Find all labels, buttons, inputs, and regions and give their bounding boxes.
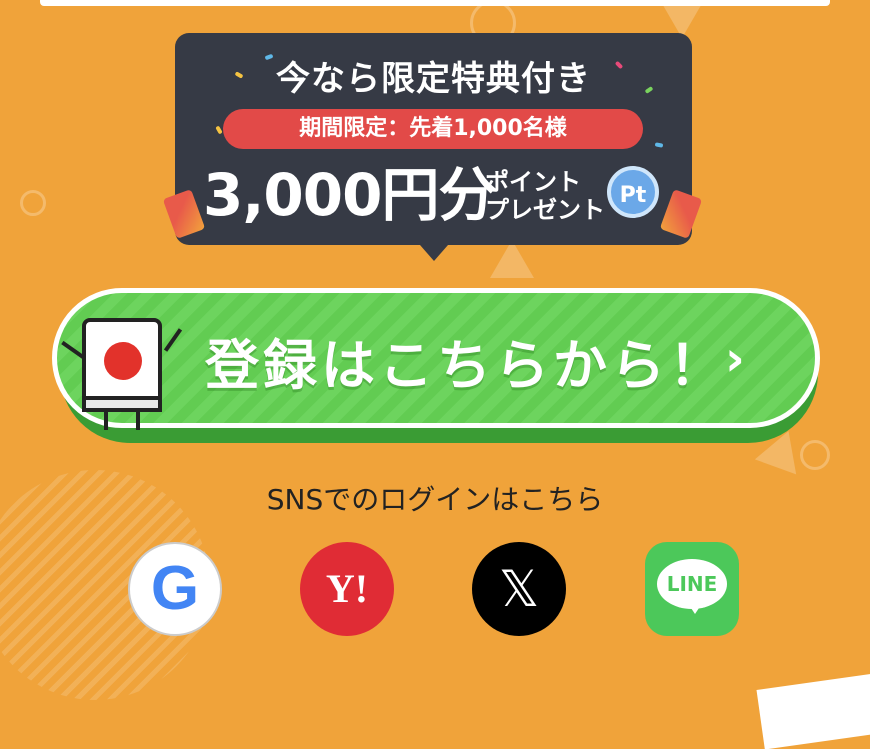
- decorative-triangle: [490, 240, 534, 278]
- party-popper-icon: [162, 189, 206, 239]
- mascot-base: [82, 396, 162, 412]
- register-button-label: 登録はこちらから！: [205, 334, 727, 397]
- promo-banner: 今なら限定特典付き 期間限定：先着1,000名様 3,000円分 ポイント プレ…: [162, 33, 703, 261]
- decorative-circle: [20, 190, 46, 216]
- line-login-button[interactable]: LINE: [645, 542, 739, 636]
- mascot-leg: [136, 410, 140, 430]
- sns-login-heading: SNSでのログインはこちら: [266, 483, 604, 516]
- google-login-button[interactable]: G: [128, 542, 222, 636]
- promo-sub-line1: ポイント: [485, 168, 581, 196]
- line-bubble-tail: [687, 602, 703, 614]
- promo-limited-tag: 期間限定：先着1,000名様: [223, 109, 643, 149]
- top-divider: [40, 0, 830, 6]
- mascot-body: [82, 318, 162, 404]
- x-login-button[interactable]: 𝕏: [472, 542, 566, 636]
- promo-subtext: ポイント プレゼント: [485, 168, 605, 224]
- yahoo-login-button[interactable]: Y!: [300, 542, 394, 636]
- google-icon: G: [150, 554, 200, 623]
- promo-sub-line2: プレゼント: [485, 196, 605, 224]
- mascot-leg: [104, 410, 108, 430]
- promo-amount: 3,000円分: [203, 161, 496, 229]
- confetti: [654, 142, 664, 148]
- mascot-arm: [163, 328, 183, 352]
- mascot-red-dot: [104, 342, 142, 380]
- promo-title: 今なら限定特典付き: [276, 59, 591, 99]
- mascot-illustration: [60, 318, 190, 438]
- yahoo-icon: Y!: [325, 566, 369, 611]
- x-icon: 𝕏: [498, 560, 540, 618]
- confetti: [215, 125, 223, 135]
- points-coin-icon: Pt: [607, 166, 659, 218]
- party-popper-icon: [659, 189, 703, 239]
- chevron-right-icon: ›: [725, 331, 745, 387]
